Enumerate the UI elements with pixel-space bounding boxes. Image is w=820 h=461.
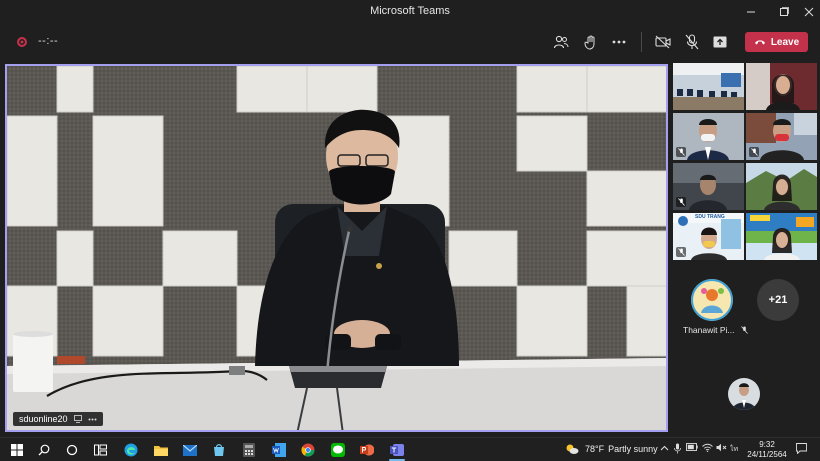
more-options-icon[interactable] [608, 32, 630, 52]
weather-widget[interactable]: 78°F Partly sunny [565, 443, 658, 455]
participant-avatar[interactable] [691, 279, 733, 321]
minimize-icon[interactable] [737, 0, 765, 24]
close-icon[interactable] [795, 0, 820, 24]
participant-thumb-man-dim[interactable] [673, 163, 744, 210]
svg-text:ไท: ไท [730, 444, 739, 452]
muted-mic-icon [741, 326, 748, 334]
store-icon[interactable] [210, 441, 228, 459]
phone-hangup-icon [754, 40, 765, 45]
windows-taskbar: 78°F Partly sunny ไท 9:32 24/11/2564 [0, 437, 820, 461]
calculator-icon[interactable] [240, 441, 258, 459]
main-video-name-tag: sduonline20 [13, 412, 103, 426]
muted-mic-icon [676, 197, 686, 207]
file-explorer-icon[interactable] [152, 441, 170, 459]
microphone-tray-icon[interactable] [674, 443, 681, 456]
mail-icon[interactable] [181, 441, 199, 459]
toolbar-divider [641, 32, 642, 52]
share-screen-icon[interactable] [709, 32, 731, 52]
teams-icon[interactable] [388, 441, 406, 459]
main-video-feed [7, 66, 666, 430]
participant-thumb-woman-red[interactable] [746, 63, 817, 110]
windows-start-icon[interactable] [8, 441, 26, 459]
raise-hand-icon[interactable] [580, 32, 602, 52]
muted-mic-icon [676, 147, 686, 157]
thumb-banner-text: SDU TRANG [695, 214, 725, 220]
wifi-icon[interactable] [702, 443, 713, 454]
title-bar: Microsoft Teams [0, 0, 820, 24]
self-view-avatar[interactable] [728, 378, 760, 410]
partly-sunny-icon [566, 444, 579, 454]
search-icon[interactable] [35, 441, 53, 459]
taskbar-clock[interactable]: 9:32 24/11/2564 [743, 440, 791, 460]
people-icon[interactable] [550, 32, 572, 52]
chrome-icon[interactable] [299, 441, 317, 459]
tray-chevron-up-icon[interactable] [660, 443, 669, 453]
participant-thumb-woman-banner[interactable] [746, 213, 817, 260]
edge-icon[interactable] [122, 441, 140, 459]
powerpoint-icon[interactable] [358, 441, 376, 459]
leave-label: Leave [770, 36, 800, 48]
recording-indicator-icon [17, 37, 27, 47]
battery-icon[interactable] [686, 443, 698, 453]
notifications-icon[interactable] [796, 443, 807, 456]
mic-off-icon[interactable] [681, 32, 703, 52]
line-app-icon[interactable] [329, 441, 347, 459]
muted-mic-icon [749, 147, 759, 157]
participant-name: sduonline20 [19, 414, 68, 424]
meeting-timer: --:-- [38, 35, 59, 47]
maximize-icon[interactable] [770, 0, 798, 24]
clock-time: 9:32 [759, 440, 775, 449]
task-view-icon[interactable] [91, 441, 109, 459]
window-title: Microsoft Teams [370, 5, 450, 17]
participant-thumb-man-mask[interactable] [673, 113, 744, 160]
clock-date: 24/11/2564 [747, 450, 787, 459]
participant-thumb-classroom[interactable] [673, 63, 744, 110]
screen-share-small-icon [73, 415, 82, 423]
meeting-toolbar: --:-- Leave [0, 24, 820, 60]
tag-more-icon[interactable] [88, 418, 97, 421]
weather-temp: 78°F [585, 444, 605, 454]
participant-thumb-woman-hills[interactable] [746, 163, 817, 210]
muted-mic-icon [676, 247, 686, 257]
main-video-tile[interactable]: sduonline20 [5, 64, 668, 432]
input-language-icon[interactable]: ไท [729, 443, 740, 454]
leave-button[interactable]: Leave [745, 32, 808, 52]
participant-thumb-sdu-trang[interactable]: SDU TRANG [673, 213, 744, 260]
word-icon[interactable] [270, 441, 288, 459]
cortana-icon[interactable] [63, 441, 81, 459]
camera-off-icon[interactable] [652, 32, 674, 52]
participant-thumb-man-red-mask[interactable] [746, 113, 817, 160]
more-participants-button[interactable]: +21 [757, 279, 799, 321]
weather-desc: Partly sunny [608, 444, 658, 454]
overflow-count: +21 [768, 294, 788, 306]
speaker-muted-icon[interactable] [716, 443, 727, 454]
participant-name-label: Thanawit Pi... [683, 325, 748, 335]
